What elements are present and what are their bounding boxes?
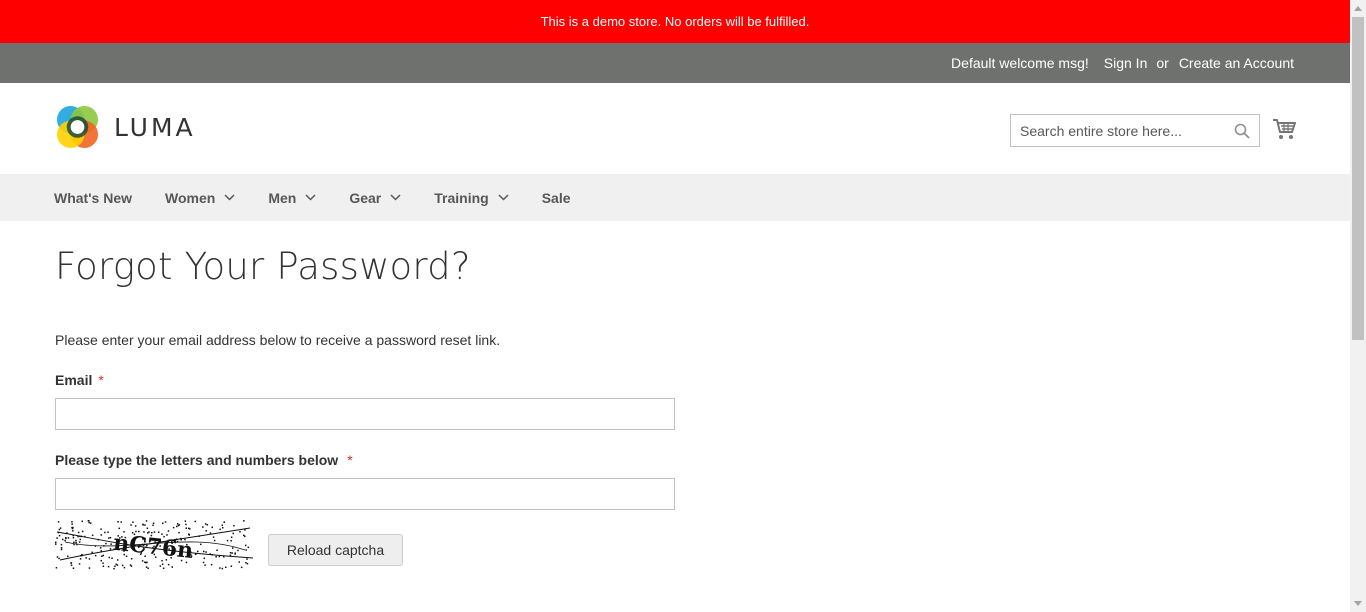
page-title: Forgot Your Password? xyxy=(55,245,471,288)
luma-logo-icon xyxy=(56,105,99,149)
demo-notice-text: This is a demo store. No orders will be … xyxy=(540,14,810,29)
search-input[interactable] xyxy=(1011,115,1230,146)
main-navigation: What's New Women Men Gear Training Sale xyxy=(0,174,1350,221)
required-marker: * xyxy=(98,372,104,388)
nav-item-gear[interactable]: Gear xyxy=(349,190,401,206)
scrollbar-thumb[interactable] xyxy=(1352,17,1364,340)
nav-item-label: Training xyxy=(434,189,489,206)
nav-item-label: Women xyxy=(165,189,216,206)
or-separator: or xyxy=(1156,55,1169,71)
reload-captcha-button[interactable]: Reload captcha xyxy=(268,534,403,566)
nav-item-sale[interactable]: Sale xyxy=(542,190,571,206)
nav-list: What's New Women Men Gear Training Sale xyxy=(54,174,604,221)
email-label-text: Email xyxy=(55,372,93,388)
sign-in-link[interactable]: Sign In xyxy=(1104,55,1148,71)
nav-item-women[interactable]: Women xyxy=(165,190,235,206)
scroll-up-arrow-icon[interactable] xyxy=(1350,0,1366,17)
search-box xyxy=(1010,114,1260,147)
logo[interactable]: LUMA xyxy=(55,105,196,150)
captcha-input[interactable] xyxy=(55,478,675,510)
captcha-label-text: Please type the letters and numbers belo… xyxy=(55,452,339,468)
cart-icon[interactable] xyxy=(1272,117,1296,141)
chevron-down-icon xyxy=(390,194,401,201)
nav-item-men[interactable]: Men xyxy=(268,190,316,206)
chevron-down-icon xyxy=(305,194,316,201)
welcome-message: Default welcome msg! xyxy=(951,55,1089,71)
logo-text: LUMA xyxy=(114,113,196,142)
nav-item-training[interactable]: Training xyxy=(434,189,509,206)
nav-item-label: What's New xyxy=(54,189,133,206)
captcha-image: nC76n xyxy=(55,520,255,570)
nav-item-whats-new[interactable]: What's New xyxy=(54,190,132,206)
nav-item-label: Sale xyxy=(541,189,571,206)
required-marker: * xyxy=(347,452,353,468)
header-links: Default welcome msg! Sign In or Create a… xyxy=(951,43,1294,83)
captcha-label: Please type the letters and numbers belo… xyxy=(55,452,353,468)
demo-store-notice: This is a demo store. No orders will be … xyxy=(0,0,1350,43)
scroll-down-arrow-icon[interactable] xyxy=(1350,595,1366,612)
chevron-down-icon xyxy=(224,194,235,201)
form-intro-text: Please enter your email address below to… xyxy=(55,332,501,348)
page-scrollbar[interactable] xyxy=(1350,0,1366,612)
site-header: LUMA xyxy=(0,83,1350,174)
captcha-text: nC76n xyxy=(112,530,194,564)
nav-item-label: Men xyxy=(268,189,297,206)
nav-item-label: Gear xyxy=(349,189,382,206)
search-icon[interactable] xyxy=(1234,123,1250,139)
email-label: Email * xyxy=(55,372,104,388)
panel-header: Default welcome msg! Sign In or Create a… xyxy=(0,43,1350,83)
email-field[interactable] xyxy=(55,398,675,430)
chevron-down-icon xyxy=(498,194,509,201)
create-account-link[interactable]: Create an Account xyxy=(1179,55,1294,71)
